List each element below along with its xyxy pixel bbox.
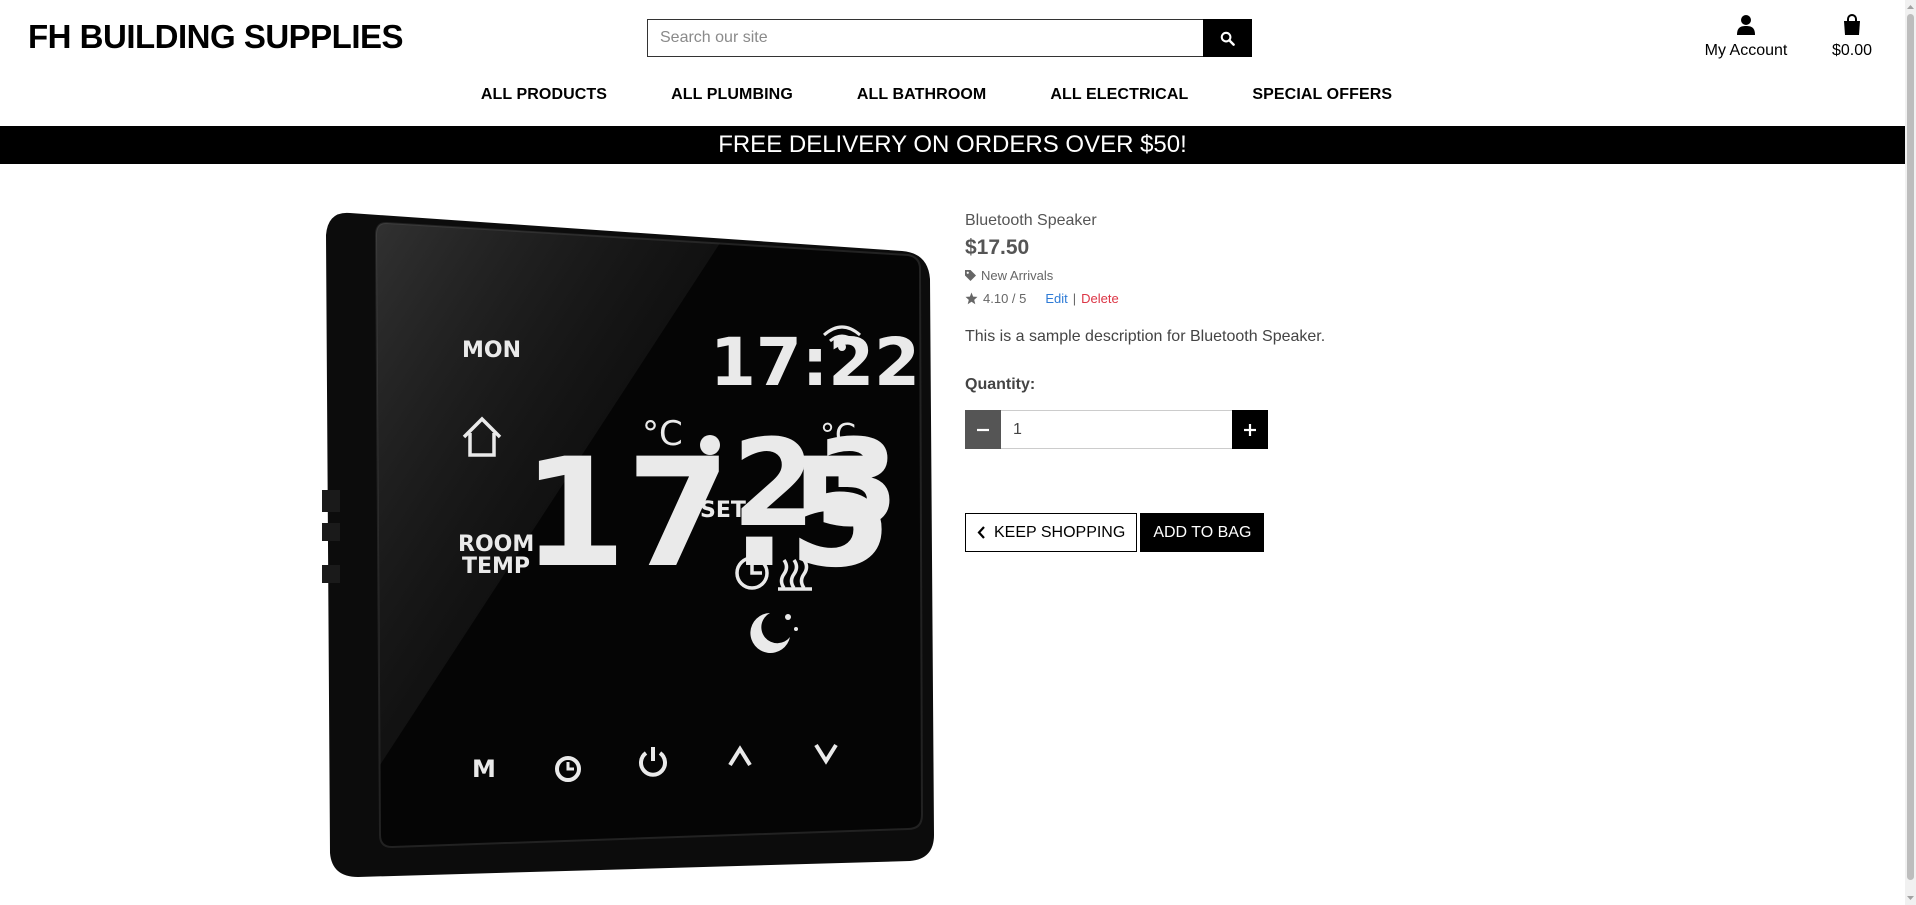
delete-link[interactable]: Delete: [1081, 291, 1119, 306]
quantity-label: Quantity:: [965, 376, 1036, 393]
shopping-bag-link[interactable]: $0.00: [1822, 14, 1882, 60]
product-details: Bluetooth Speaker $17.50 New Arrivals 4.…: [965, 212, 1565, 552]
sun-icon: [700, 435, 720, 455]
product-price: $17.50: [965, 236, 1030, 259]
my-account-link[interactable]: My Account: [1698, 14, 1794, 60]
minus-icon: [977, 428, 989, 431]
site-header: FH BUILDING SUPPLIES My Account $0.00: [0, 0, 1905, 126]
category-label: New Arrivals: [981, 268, 1054, 283]
main-nav: ALL PRODUCTS ALL PLUMBING ALL BATHROOM A…: [0, 86, 1905, 104]
search-icon: [1220, 31, 1235, 46]
product-image: MON 17:22 ROOM TEMP 17.5 °C SET 23 °C M: [322, 212, 934, 877]
increase-quantity-button[interactable]: [1232, 410, 1268, 449]
product-description: This is a sample description for Bluetoo…: [965, 328, 1326, 345]
scroll-down-arrow-icon[interactable]: [1906, 893, 1915, 903]
quantity-stepper: [965, 410, 1268, 449]
display-room-unit: °C: [642, 414, 683, 454]
star-icon: [965, 292, 978, 305]
display-room-label-2: TEMP: [462, 554, 530, 579]
display-set-temp: 23: [732, 415, 899, 554]
edit-link[interactable]: Edit: [1045, 291, 1067, 306]
decrease-quantity-button[interactable]: [965, 410, 1001, 449]
scroll-up-arrow-icon[interactable]: [1906, 2, 1915, 12]
nav-all-plumbing[interactable]: ALL PLUMBING: [639, 86, 825, 104]
plus-icon: [1244, 423, 1256, 436]
product-category[interactable]: New Arrivals: [965, 268, 1565, 283]
chevron-left-icon: [977, 526, 985, 539]
quantity-input[interactable]: [1001, 410, 1232, 449]
product-name: Bluetooth Speaker: [965, 212, 1097, 229]
my-account-label: My Account: [1704, 42, 1788, 59]
rating-value: 4.10 / 5: [983, 291, 1027, 306]
search-button[interactable]: [1203, 19, 1252, 57]
search-input[interactable]: [647, 19, 1203, 57]
shopping-bag-icon: [1822, 14, 1882, 40]
nav-all-products[interactable]: ALL PRODUCTS: [481, 86, 639, 104]
nav-all-electrical[interactable]: ALL ELECTRICAL: [1018, 86, 1220, 104]
site-logo[interactable]: FH BUILDING SUPPLIES: [28, 18, 404, 56]
product-actions: KEEP SHOPPING ADD TO BAG: [965, 513, 1565, 552]
display-day: MON: [462, 338, 521, 363]
promo-banner: FREE DELIVERY ON ORDERS OVER $50!: [0, 126, 1905, 164]
rating-row: 4.10 / 5 Edit | Delete: [965, 291, 1565, 306]
nav-all-bathroom[interactable]: ALL BATHROOM: [825, 86, 1018, 104]
display-mode-button: M: [472, 755, 496, 783]
link-separator: |: [1072, 291, 1077, 306]
add-to-bag-button[interactable]: ADD TO BAG: [1140, 513, 1265, 552]
display-time: 17:22: [710, 324, 920, 401]
keep-shopping-button[interactable]: KEEP SHOPPING: [965, 513, 1138, 552]
scrollbar-thumb[interactable]: [1907, 14, 1914, 880]
display-set-unit: °C: [820, 418, 856, 453]
keep-shopping-label: KEEP SHOPPING: [994, 523, 1126, 541]
vertical-scrollbar[interactable]: [1905, 0, 1916, 905]
nav-special-offers[interactable]: SPECIAL OFFERS: [1220, 86, 1424, 104]
user-icon: [1698, 14, 1794, 40]
tag-icon: [965, 270, 976, 281]
search-bar: [647, 19, 1252, 57]
bag-total: $0.00: [1831, 42, 1873, 59]
